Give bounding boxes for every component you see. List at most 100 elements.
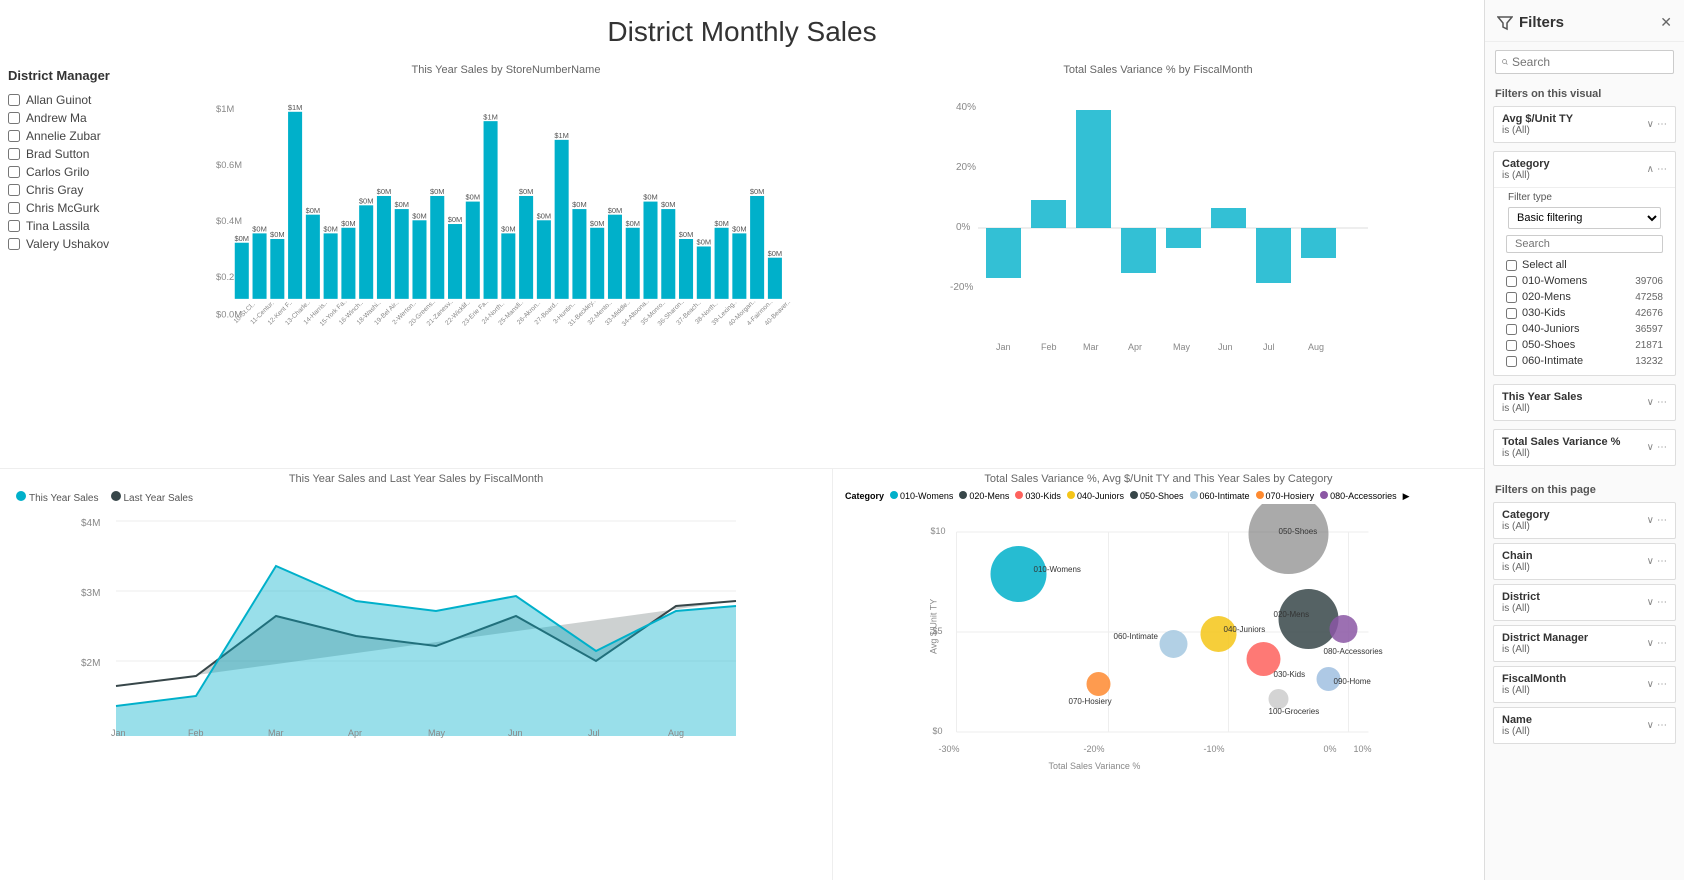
dm-checkbox[interactable] (8, 112, 20, 124)
svg-text:020-Mens: 020-Mens (1274, 610, 1310, 619)
filter-page-header[interactable]: Name is (All) ∨ ⋯ (1494, 708, 1675, 743)
svg-text:Mar: Mar (1083, 342, 1099, 352)
filter-category-more[interactable]: ⋯ (1657, 164, 1667, 175)
category-item-checkbox[interactable] (1506, 308, 1517, 319)
svg-text:Aug: Aug (1308, 342, 1324, 352)
category-item-checkbox[interactable] (1506, 356, 1517, 367)
dm-list-item: Annelie Zubar (8, 127, 172, 145)
legend-shoes: 050-Shoes (1130, 491, 1184, 502)
svg-text:$1M: $1M (554, 131, 569, 140)
filter-this-year-header[interactable]: This Year Sales is (All) ∨ ⋯ (1494, 385, 1675, 420)
category-item-checkbox[interactable] (1506, 324, 1517, 335)
svg-text:$0M: $0M (697, 238, 712, 247)
category-items-list: 010-Womens39706020-Mens47258030-Kids4267… (1500, 273, 1669, 369)
filter-category-item: 060-Intimate13232 (1500, 353, 1669, 369)
filter-page-chevron[interactable]: ∨ (1647, 597, 1654, 608)
filter-page-header[interactable]: FiscalMonth is (All) ∨ ⋯ (1494, 667, 1675, 702)
svg-text:$0M: $0M (661, 200, 676, 209)
filter-card-category-header[interactable]: Category is (All) ∧ ⋯ (1494, 152, 1675, 187)
filter-page-chevron[interactable]: ∨ (1647, 679, 1654, 690)
line-chart-bottom: This Year Sales and Last Year Sales by F… (0, 468, 832, 880)
filter-this-year-chevron[interactable]: ∨ (1647, 397, 1654, 408)
filter-card-page-category: Category is (All) ∨ ⋯ (1493, 502, 1676, 539)
filter-page-chevron[interactable]: ∨ (1647, 556, 1654, 567)
filter-page-chevron[interactable]: ∨ (1647, 638, 1654, 649)
page-title: District Monthly Sales (0, 0, 1484, 56)
svg-text:$0M: $0M (537, 211, 552, 220)
dm-checkbox[interactable] (8, 202, 20, 214)
svg-text:060-Intimate: 060-Intimate (1114, 632, 1159, 641)
svg-text:010-Womens: 010-Womens (1034, 565, 1081, 574)
filters-title: Filters (1497, 14, 1564, 31)
filter-page-subtitle: is (All) (1502, 726, 1532, 737)
legend-expand[interactable]: ▶ (1403, 491, 1410, 502)
filter-page-title: District (1502, 591, 1540, 603)
line-chart-svg: $4M $3M $2M Jan Feb Mar Apr May Jun (8, 506, 824, 746)
svg-text:$0M: $0M (270, 230, 285, 239)
category-search-input[interactable] (1515, 238, 1657, 250)
line-chart-title: This Year Sales and Last Year Sales by F… (8, 473, 824, 485)
svg-text:Jul: Jul (1263, 342, 1275, 352)
filter-page-chevron[interactable]: ∨ (1647, 720, 1654, 731)
category-item-checkbox[interactable] (1506, 340, 1517, 351)
svg-text:$2M: $2M (81, 658, 100, 669)
svg-text:$0M: $0M (341, 219, 356, 228)
filter-avg-unit-chevron-down[interactable]: ∨ (1647, 119, 1654, 130)
dm-checkbox[interactable] (8, 166, 20, 178)
dm-checkbox[interactable] (8, 94, 20, 106)
svg-text:$0M: $0M (625, 219, 640, 228)
bar-chart-title: This Year Sales by StoreNumberName (188, 64, 824, 76)
filter-card-this-year-sales: This Year Sales is (All) ∨ ⋯ (1493, 384, 1676, 421)
legend-this-year: This Year Sales (16, 491, 99, 504)
category-item-checkbox[interactable] (1506, 276, 1517, 287)
filter-card-page-name: Name is (All) ∨ ⋯ (1493, 707, 1676, 744)
scatter-chart-title: Total Sales Variance %, Avg $/Unit TY an… (841, 473, 1476, 485)
filter-this-year-actions: ∨ ⋯ (1647, 397, 1667, 408)
filter-page-more[interactable]: ⋯ (1657, 556, 1667, 567)
filter-page-header[interactable]: Category is (All) ∨ ⋯ (1494, 503, 1675, 538)
legend-last-year: Last Year Sales (111, 491, 194, 504)
filter-page-header[interactable]: Chain is (All) ∨ ⋯ (1494, 544, 1675, 579)
filters-search-box[interactable] (1495, 50, 1674, 74)
filter-page-more[interactable]: ⋯ (1657, 679, 1667, 690)
filter-variance-header[interactable]: Total Sales Variance % is (All) ∨ ⋯ (1494, 430, 1675, 465)
filter-avg-unit-more[interactable]: ⋯ (1657, 119, 1667, 130)
dm-checkbox[interactable] (8, 220, 20, 232)
filter-page-header[interactable]: District Manager is (All) ∨ ⋯ (1494, 626, 1675, 661)
svg-text:$0M: $0M (732, 225, 747, 234)
filter-category-chevron-up[interactable]: ∧ (1647, 164, 1654, 175)
category-item-checkbox[interactable] (1506, 292, 1517, 303)
filter-card-total-variance: Total Sales Variance % is (All) ∨ ⋯ (1493, 429, 1676, 466)
svg-text:$10: $10 (931, 526, 946, 536)
filter-variance-more[interactable]: ⋯ (1657, 442, 1667, 453)
filter-avg-unit-title: Avg $/Unit TY (1502, 113, 1573, 125)
scatter-svg: $10 $5 $0 Avg $/Unit TY -30% -20% -10% 0… (841, 504, 1476, 794)
filter-card-avg-unit-header[interactable]: Avg $/Unit TY is (All) ∨ ⋯ (1494, 107, 1675, 142)
filter-variance-chevron[interactable]: ∨ (1647, 442, 1654, 453)
filter-page-more[interactable]: ⋯ (1657, 720, 1667, 731)
filters-close-button[interactable]: ✕ (1660, 14, 1672, 31)
filter-page-header[interactable]: District is (All) ∨ ⋯ (1494, 585, 1675, 620)
filter-page-more[interactable]: ⋯ (1657, 597, 1667, 608)
filter-page-chevron[interactable]: ∨ (1647, 515, 1654, 526)
dm-checkbox[interactable] (8, 184, 20, 196)
filter-page-more[interactable]: ⋯ (1657, 638, 1667, 649)
filter-page-title: Category (1502, 509, 1550, 521)
filter-type-select[interactable]: Basic filtering Advanced filtering (1508, 207, 1661, 229)
svg-text:10%: 10% (1354, 744, 1372, 754)
filters-search-input[interactable] (1512, 55, 1667, 69)
svg-text:20%: 20% (956, 162, 976, 173)
filter-page-title: Name (1502, 714, 1532, 726)
dm-checkbox[interactable] (8, 238, 20, 250)
svg-text:-20%: -20% (1084, 744, 1105, 754)
dm-checkbox[interactable] (8, 130, 20, 142)
filter-page-subtitle: is (All) (1502, 562, 1533, 573)
svg-text:$1M: $1M (288, 103, 303, 112)
filter-page-more[interactable]: ⋯ (1657, 515, 1667, 526)
dm-panel-title: District Manager (8, 68, 172, 83)
filter-this-year-more[interactable]: ⋯ (1657, 397, 1667, 408)
filter-select-all-checkbox[interactable] (1506, 260, 1517, 271)
filter-avg-unit-actions: ∨ ⋯ (1647, 119, 1667, 130)
filter-category-search[interactable] (1506, 235, 1663, 253)
dm-checkbox[interactable] (8, 148, 20, 160)
